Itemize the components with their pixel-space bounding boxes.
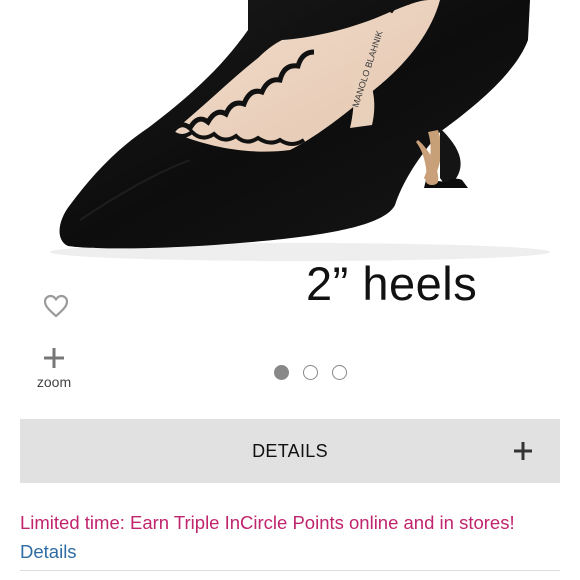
plus-icon <box>44 348 64 368</box>
carousel-dot-2[interactable] <box>303 364 318 380</box>
heart-outline-icon <box>43 294 69 318</box>
image-carousel-dots <box>274 363 347 381</box>
promo-message: Limited time: Earn Triple InCircle Point… <box>20 512 515 533</box>
divider <box>20 570 560 571</box>
zoom-label: zoom <box>36 374 72 390</box>
heel-height-caption: 2” heels <box>306 257 478 310</box>
zoom-button[interactable]: zoom <box>30 346 78 398</box>
carousel-dot-3[interactable] <box>332 364 347 380</box>
product-image[interactable]: MANOLO BLAHNIK <box>0 0 580 272</box>
shoe-illustration: MANOLO BLAHNIK <box>50 0 550 261</box>
details-accordion[interactable]: DETAILS <box>20 419 560 483</box>
promo-details-link[interactable]: Details <box>20 541 77 563</box>
details-label: DETAILS <box>252 440 328 461</box>
favorite-button[interactable] <box>40 290 72 322</box>
carousel-dot-1[interactable] <box>274 364 289 380</box>
plus-icon <box>514 442 532 460</box>
